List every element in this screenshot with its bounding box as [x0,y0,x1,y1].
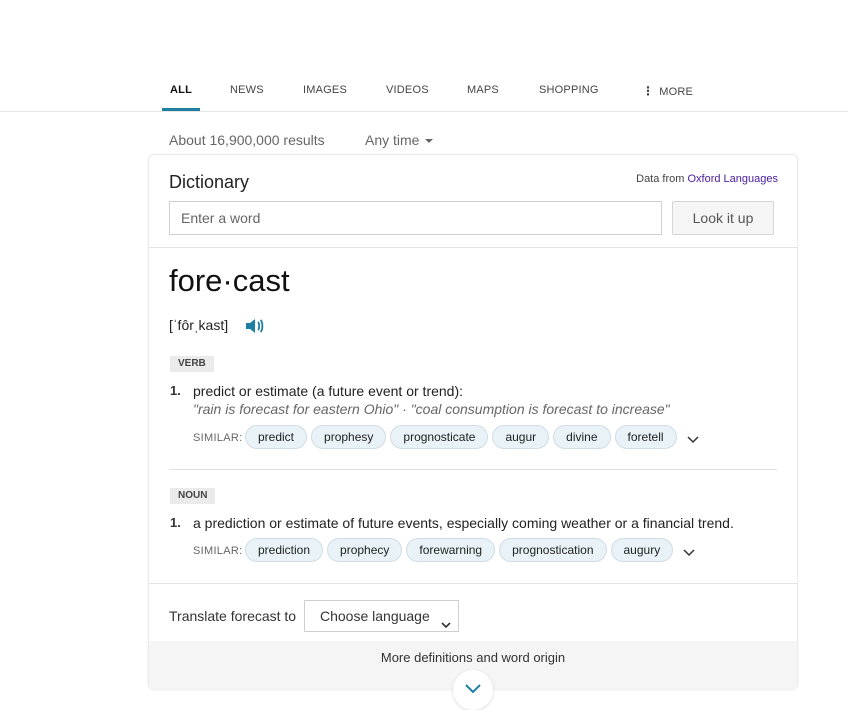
synonym-chip[interactable]: prognostication [499,538,607,562]
synonym-chip[interactable]: forewarning [406,538,496,562]
vertical-dots-icon: ⋮ [642,84,655,98]
divider [149,583,797,584]
data-source: Data from Oxford Languages [636,173,778,185]
synonym-chip[interactable]: prophecy [327,538,403,562]
sense-number: 1. [170,515,181,530]
tab-images[interactable]: IMAGES [303,84,347,111]
definition-text: a prediction or estimate of future event… [193,515,734,531]
divider [169,469,777,470]
tab-more[interactable]: ⋮ MORE [642,84,693,111]
similar-label: SIMILAR: [193,545,243,557]
chevron-down-icon [440,610,452,640]
synonym-chip[interactable]: divine [553,425,611,449]
pronunciation: [ˈfôrˌkast] [169,317,229,333]
expand-more-button[interactable] [453,670,493,710]
synonym-chip[interactable]: predict [245,425,308,449]
synonym-chip[interactable]: augur [492,425,550,449]
tab-videos[interactable]: VIDEOS [386,84,429,111]
chevron-down-icon[interactable] [682,545,696,559]
headword: fore·cast [169,263,290,298]
definition-text: predict or estimate (a future event or t… [193,383,464,399]
synonym-chip[interactable]: prophesy [311,425,387,449]
tab-more-label: MORE [659,86,694,98]
language-select-value: Choose language [320,608,430,624]
chevron-down-icon [465,684,481,694]
synonym-chip[interactable]: prediction [245,538,324,562]
sense-number: 1. [170,383,181,398]
tab-shopping[interactable]: SHOPPING [539,84,599,111]
tab-news[interactable]: NEWS [230,84,264,111]
divider [149,247,797,248]
language-select[interactable]: Choose language [304,600,459,632]
synonym-chip[interactable]: foretell [614,425,677,449]
speaker-icon[interactable] [245,317,265,340]
time-filter-label: Any time [365,132,420,148]
more-definitions-link[interactable]: More definitions and word origin [149,650,797,665]
oxford-languages-link[interactable]: Oxford Languages [687,173,778,185]
translate-label: Translate forecast to [169,608,297,624]
word-input[interactable] [169,201,662,235]
caret-down-icon [425,139,434,144]
dictionary-title: Dictionary [169,172,250,192]
dictionary-card: Dictionary Data from Oxford Languages Lo… [148,154,798,691]
synonym-chip[interactable]: prognosticate [390,425,489,449]
chevron-down-icon[interactable] [686,432,700,446]
similar-chips: predict prophesy prognosticate augur div… [245,425,677,449]
time-filter-dropdown[interactable]: Any time [365,132,434,148]
tab-maps[interactable]: MAPS [467,84,499,111]
pos-label-verb: VERB [170,356,214,372]
synonym-chip[interactable]: augury [610,538,674,562]
tab-all[interactable]: ALL [162,84,200,111]
example-text: "rain is forecast for eastern Ohio" · "c… [193,401,670,417]
pos-label-noun: NOUN [170,488,216,504]
similar-label: SIMILAR: [193,432,243,444]
results-count: About 16,900,000 results [169,132,325,148]
similar-chips: prediction prophecy forewarning prognost… [245,538,674,562]
look-it-up-button[interactable]: Look it up [672,201,774,235]
scope-tabs: ALL NEWS IMAGES VIDEOS MAPS SHOPPING ⋮ MO… [0,70,848,112]
source-prefix: Data from [636,173,685,185]
